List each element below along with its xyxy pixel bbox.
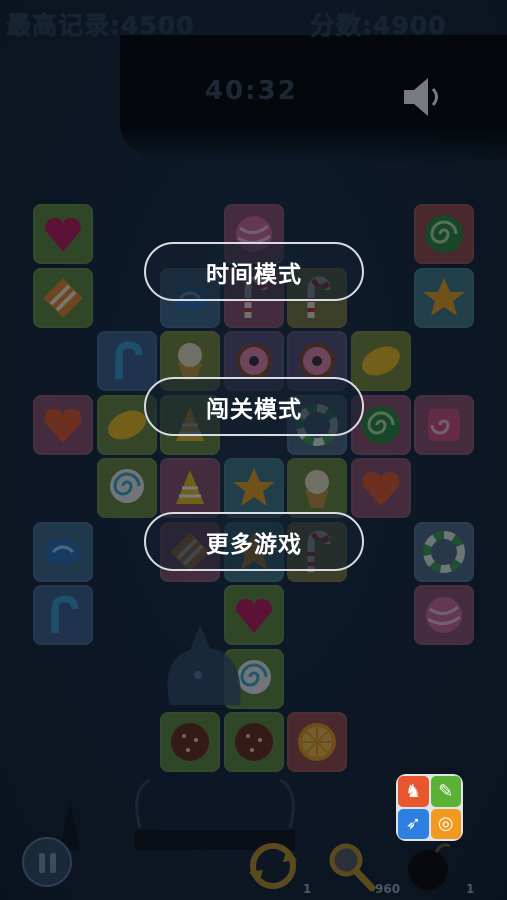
time-mode-button[interactable]: 时间模式 bbox=[144, 242, 364, 301]
swirl-lollipop-icon bbox=[110, 469, 144, 503]
cone-icon bbox=[176, 470, 204, 504]
speaker-icon bbox=[404, 78, 438, 116]
more-games-button[interactable]: 更多游戏 bbox=[144, 512, 364, 571]
blue-cane-icon bbox=[115, 341, 143, 379]
bomb-count: 1 bbox=[466, 882, 475, 896]
orange-icon bbox=[298, 723, 336, 761]
green-swirl-icon bbox=[425, 215, 463, 253]
shuffle-count: 1 bbox=[303, 882, 312, 896]
timer-label: 40:32 bbox=[205, 76, 298, 106]
candy-tile-cookie[interactable] bbox=[224, 712, 284, 772]
candy-tile-orange[interactable] bbox=[287, 712, 347, 772]
lemon-icon bbox=[362, 346, 400, 376]
bomb-button[interactable] bbox=[400, 836, 460, 896]
chess-icon: ♞ bbox=[398, 776, 429, 807]
candy-tile-lemon[interactable] bbox=[351, 331, 411, 391]
candy-tile-cupcake[interactable] bbox=[287, 458, 347, 518]
star-icon bbox=[233, 468, 275, 506]
candy-tile-heart[interactable] bbox=[33, 395, 93, 455]
heart-gem-icon bbox=[45, 218, 81, 252]
candy-tile-star[interactable] bbox=[414, 268, 474, 328]
pink-swirl-icon bbox=[428, 409, 460, 441]
candy-tile-swirl-ball[interactable] bbox=[414, 585, 474, 645]
cupcake-icon bbox=[305, 470, 329, 508]
target-icon: ◎ bbox=[430, 808, 461, 839]
candy-tile-star[interactable] bbox=[224, 458, 284, 518]
blue-cane-icon bbox=[51, 595, 79, 633]
more-games-app-icon[interactable]: ♞ ✎ ➶ ◎ bbox=[396, 774, 463, 841]
striped-wrap-icon bbox=[43, 278, 83, 318]
cookie-icon bbox=[171, 723, 209, 761]
score-label: 分数:4900 bbox=[310, 11, 447, 40]
heart-icon bbox=[362, 472, 400, 506]
candy-tile-cookie[interactable] bbox=[160, 712, 220, 772]
level-mode-button[interactable]: 闯关模式 bbox=[144, 377, 364, 436]
candy-tile-blue-cane[interactable] bbox=[33, 585, 93, 645]
candy-tile-swirl-lollipop[interactable] bbox=[97, 458, 157, 518]
candy-tile-blue-cane[interactable] bbox=[97, 331, 157, 391]
magnifier-icon bbox=[329, 843, 376, 892]
best-record-label: 最高记录:4500 bbox=[6, 11, 195, 40]
candy-tile-heart[interactable] bbox=[351, 458, 411, 518]
pause-button[interactable] bbox=[22, 837, 72, 887]
candy-tile-cone[interactable] bbox=[160, 458, 220, 518]
candy-tile-striped-wrap[interactable] bbox=[33, 268, 93, 328]
candy-tile-pink-swirl[interactable] bbox=[414, 395, 474, 455]
ring-icon bbox=[423, 531, 465, 573]
swirl-ball-icon bbox=[426, 597, 462, 633]
heart-icon bbox=[44, 409, 82, 443]
candy-tile-heart-gem[interactable] bbox=[33, 204, 93, 264]
pin-icon: ✎ bbox=[430, 776, 461, 807]
game-screen: 最高记录:4500 分数:4900 40:32 时间模式 闯关模式 更多游戏 ♞… bbox=[0, 0, 507, 900]
bomb-icon bbox=[408, 843, 451, 890]
sound-toggle-button[interactable] bbox=[400, 72, 450, 122]
cat-silhouette bbox=[167, 625, 241, 705]
candy-tile-green-swirl[interactable] bbox=[414, 204, 474, 264]
star-icon bbox=[423, 278, 465, 316]
shuffle-icon bbox=[249, 843, 297, 889]
shuffle-button[interactable] bbox=[243, 836, 303, 896]
candy-tile-ring[interactable] bbox=[414, 522, 474, 582]
rocket-icon: ➶ bbox=[398, 808, 429, 839]
candy-tile-blue-jelly[interactable] bbox=[33, 522, 93, 582]
cookie-icon bbox=[235, 723, 273, 761]
hint-button[interactable] bbox=[320, 836, 380, 896]
hint-count: 960 bbox=[375, 882, 401, 896]
blue-jelly-icon bbox=[47, 540, 79, 564]
